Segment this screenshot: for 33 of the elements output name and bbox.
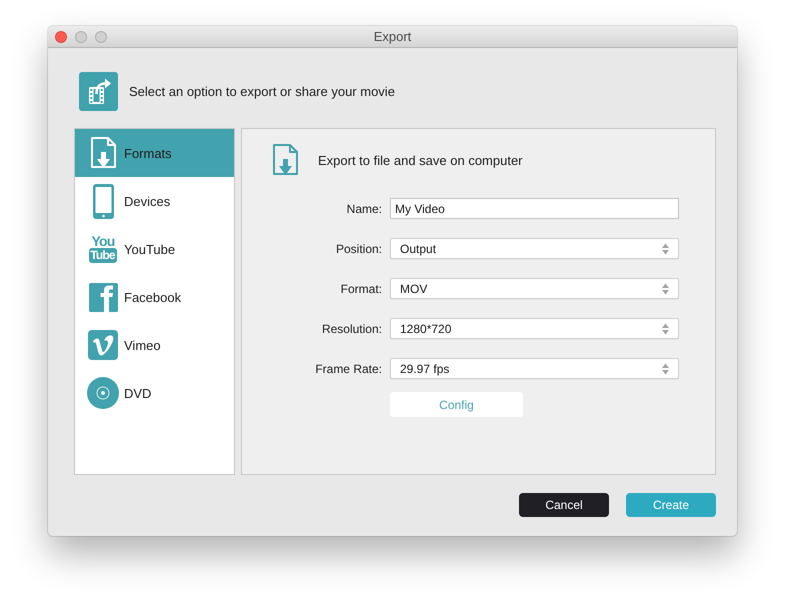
panel-title: Export to file and save on computer [318, 152, 523, 168]
select-field[interactable]: Output [390, 238, 679, 259]
letter-f-icon [88, 282, 118, 312]
sidebar-item[interactable]: Formats [75, 129, 234, 177]
close-button[interactable] [55, 30, 67, 42]
header-text: Select an option to export or share your movie [129, 84, 395, 99]
logo-tag: Tube [89, 248, 117, 263]
select-field[interactable]: MOV [390, 278, 679, 299]
sidebar-item[interactable]: DVD [75, 369, 234, 417]
field-label: Position: [334, 242, 382, 256]
window-title: Export [374, 29, 412, 44]
film-share-icon [79, 72, 118, 111]
sidebar-item[interactable]: Devices [75, 177, 234, 225]
letter-v-icon [88, 330, 118, 360]
up-down-arrows-icon [662, 322, 669, 334]
up-down-arrows-icon [662, 242, 669, 254]
phone-icon [92, 184, 114, 218]
cancel-button[interactable]: Cancel [519, 493, 609, 517]
field-label: Frame Rate: [314, 362, 382, 376]
file-download-icon [90, 137, 116, 169]
logo-text: You [91, 235, 114, 248]
field-label: Resolution: [320, 322, 382, 336]
sidebar-item[interactable]: Vimeo [75, 321, 234, 369]
field-label: Name: [346, 202, 382, 216]
field-label: Format: [340, 282, 382, 296]
select-field[interactable]: 1280*720 [390, 318, 679, 339]
file-download-icon [272, 144, 299, 176]
sidebar-item[interactable]: Facebook [75, 273, 234, 321]
disc-icon [87, 377, 119, 409]
select-field[interactable]: 29.97 fps [390, 358, 679, 379]
up-down-arrows-icon [662, 282, 669, 294]
up-down-arrows-icon [662, 362, 669, 374]
text-field[interactable]: My Video [390, 198, 679, 219]
